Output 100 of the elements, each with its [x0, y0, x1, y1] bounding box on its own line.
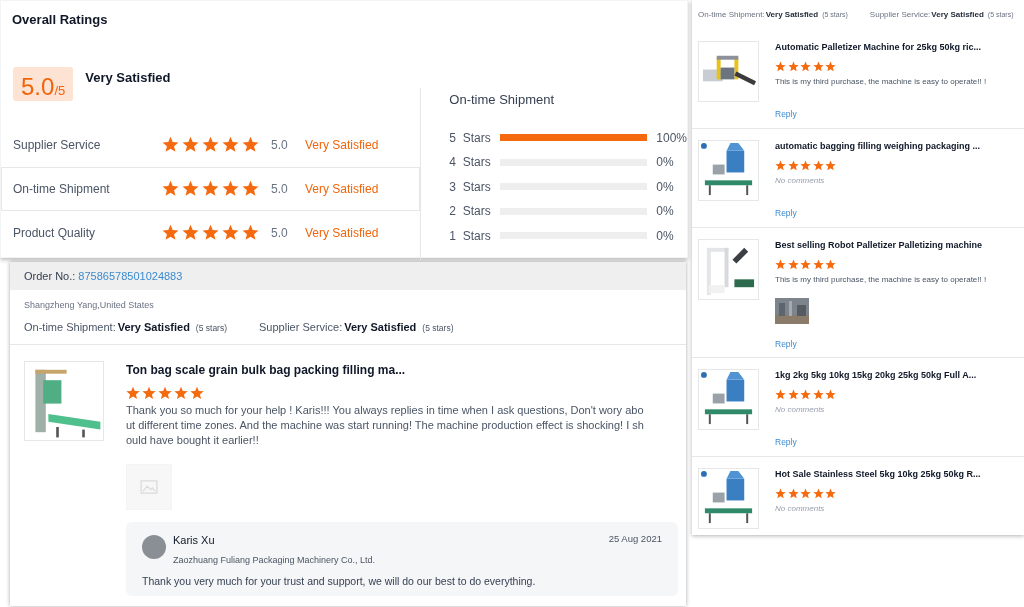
star-icon [182, 224, 199, 241]
star-icon [182, 136, 199, 153]
star-icon [162, 136, 179, 153]
reply-link[interactable]: Reply [775, 107, 987, 121]
star-icon [825, 487, 836, 499]
review-text: No comments [775, 502, 826, 515]
rating-value: 5.0 [271, 180, 289, 198]
star-icon [242, 180, 259, 197]
rating-value: 5.0 [271, 224, 289, 242]
product-title[interactable]: automatic bagging filling weighing packaging ... [775, 140, 980, 154]
product-title[interactable]: Best selling Robot Palletizer Palletizing machine [775, 239, 987, 253]
review-text: No comments [775, 174, 826, 187]
star-icon [222, 136, 239, 153]
review-text: Thank you so much for your help ! Karis!!! You always replies in time when I ask questions, Don't wory about different time zones. And the machine was start running! The machine production effect is shocking! I should have bought it earlier!! [126, 403, 645, 448]
rating-label: Supplier Service: [869, 9, 931, 21]
star-icon [202, 136, 219, 153]
star-icon [202, 224, 219, 241]
image-icon [140, 480, 158, 494]
star-icon [182, 180, 199, 197]
percent-label: 0% [656, 227, 674, 245]
row-label: 4 Stars [449, 154, 492, 172]
section-title: Overall Ratings [11, 11, 109, 29]
review-text: No comments [775, 403, 826, 416]
percent-label: 100% [656, 129, 687, 147]
stars-count: (5 stars) [195, 321, 228, 335]
product-title[interactable]: Automatic Palletizer Machine for 25kg 50kg ric... [775, 41, 987, 55]
chart-title: On-time Shipment [449, 90, 556, 109]
order-label: Order No.: [24, 268, 76, 284]
star-icon [812, 60, 824, 72]
rating-label: Supplier Service: [259, 319, 343, 335]
star-icon [787, 60, 799, 72]
star-icon [812, 258, 824, 270]
reply-link[interactable]: Reply [775, 206, 980, 220]
stars-count: (5 stars) [422, 321, 454, 335]
row-label: 2 Stars [449, 203, 492, 221]
rating-verdict: Very Satisfied [765, 9, 819, 21]
star-icon [775, 159, 786, 171]
rating-verdict: Very Satisfied [305, 180, 379, 198]
criteria-row[interactable]: On-time Shipment 5.0 Very Satisfied [1, 166, 421, 211]
percent-label: 0% [656, 154, 674, 172]
product-title[interactable]: Hot Sale Stainless Steel 5kg 10kg 25kg 50kg R... [775, 468, 981, 482]
review-text: This is my third purchase, the machine is easy to operate!! ! [775, 273, 987, 286]
rating-verdict: Very Satisfied [931, 9, 984, 21]
star-icon [174, 386, 188, 400]
rating-verdict: Very Satisfied [305, 224, 379, 242]
rating-verdict: Very Satisfied [305, 136, 379, 154]
rating-label: On-time Shipment: [24, 319, 116, 335]
reply-link[interactable]: Reply [775, 435, 977, 449]
star-icon [787, 159, 799, 171]
star-icon [800, 159, 811, 171]
star-icon [800, 60, 811, 72]
star-icon [825, 60, 836, 72]
criteria-row[interactable]: Product Quality 5.0 Very Satisfied [1, 210, 421, 255]
rating-verdict: Very Satisfied [117, 319, 190, 335]
star-icon [126, 386, 140, 400]
star-icon [825, 388, 836, 400]
star-icon [775, 388, 786, 400]
buyer-name: Shangzheng Yang,United States [24, 299, 155, 312]
star-icon [775, 487, 786, 499]
star-icon [787, 388, 799, 400]
row-label: 1 Stars [449, 227, 492, 245]
star-icon [825, 258, 836, 270]
star-icon [202, 180, 219, 197]
star-icon [190, 386, 204, 400]
star-icon [242, 136, 259, 153]
score-scale: /5 [54, 82, 66, 100]
star-icon [800, 388, 811, 400]
star-icon [162, 180, 179, 197]
star-icon [222, 180, 239, 197]
rating-label: On-time Shipment: [698, 9, 765, 21]
star-icon [775, 60, 786, 72]
star-icon [812, 388, 824, 400]
star-icon [812, 487, 824, 499]
reply-link[interactable]: Reply [775, 337, 987, 351]
percent-label: 0% [656, 203, 674, 221]
product-title[interactable]: 1kg 2kg 5kg 10kg 15kg 20kg 25kg 50kg Full A... [775, 369, 977, 383]
star-icon [775, 258, 786, 270]
rating-verdict: Very Satisfied [344, 319, 417, 335]
product-title[interactable]: Ton bag scale grain bulk bag packing filling ma... [126, 361, 656, 379]
reply-text: Thank you very much for your trust and support, we will do our best to do everything. [142, 574, 537, 589]
star-icon [800, 258, 811, 270]
replier-name: Karis Xu [173, 533, 216, 548]
star-icon [242, 224, 259, 241]
star-icon [800, 487, 811, 499]
row-label: 5 Stars [449, 129, 492, 147]
reply-date: 25 Aug 2021 [608, 532, 662, 546]
rating-value: 5.0 [271, 136, 289, 154]
star-icon [158, 386, 172, 400]
review-text: This is my third purchase, the machine is easy to operate!! ! [775, 75, 987, 88]
row-label: 3 Stars [449, 178, 492, 196]
star-icon [162, 224, 179, 241]
star-icon [825, 159, 836, 171]
star-icon [222, 224, 239, 241]
avatar-icon [142, 535, 166, 559]
star-icon [812, 159, 824, 171]
star-icon [142, 386, 156, 400]
overall-verdict: Very Satisfied [85, 68, 171, 87]
company-name: Zaozhuang Fuliang Packaging Machinery Co., Ltd. [173, 553, 377, 567]
criteria-row[interactable]: Supplier Service 5.0 Very Satisfied [1, 122, 421, 167]
star-icon [787, 487, 799, 499]
